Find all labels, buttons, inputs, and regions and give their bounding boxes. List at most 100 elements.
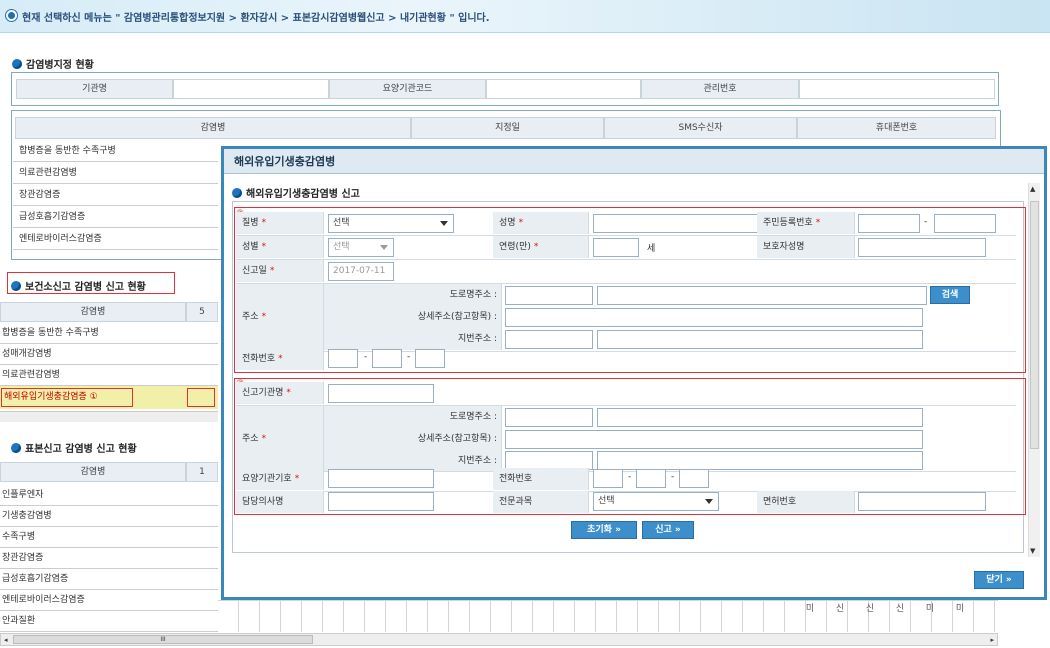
label-agency-name: 신고기관명 * xyxy=(236,382,324,404)
phone-separator: - xyxy=(407,352,411,362)
header-agency-name: 기관명 xyxy=(16,79,173,99)
report-date-input[interactable]: 2017-07-11 xyxy=(328,262,394,281)
scroll-up-icon[interactable]: ▲ xyxy=(1030,185,1035,193)
row-divider xyxy=(236,259,1016,260)
label-agency-address-text: 주소 xyxy=(242,434,259,444)
rrn-back-input[interactable] xyxy=(934,214,996,233)
label-detail-address: 상세주소(참고항목) : xyxy=(324,306,502,328)
guardian-input[interactable] xyxy=(858,238,986,257)
th-designation-date: 지정일 xyxy=(411,117,604,139)
agency-lot-input[interactable] xyxy=(597,451,923,470)
label-guardian: 보호자성명 xyxy=(757,236,855,258)
scroll-thumb[interactable] xyxy=(1030,201,1039,449)
disease-select-value: 선택 xyxy=(333,218,350,228)
hc-th-disease: 감염병 xyxy=(0,302,186,322)
label-address-text: 주소 xyxy=(242,312,259,322)
phone-2-input[interactable] xyxy=(372,349,402,368)
phone-1-input[interactable] xyxy=(328,349,358,368)
label-agency-name-text: 신고기관명 xyxy=(242,388,284,398)
label-disease: 질병 * xyxy=(236,212,324,234)
reset-button[interactable]: 초기화 » xyxy=(571,521,637,539)
modal-title: 해외유입기생충감염병 xyxy=(224,149,1044,174)
lot-zip-input[interactable] xyxy=(505,330,593,349)
status-cell: 신 xyxy=(865,604,875,614)
disease-select[interactable]: 선택 xyxy=(328,214,454,233)
status-cell: 미 xyxy=(805,604,815,614)
detail-address-input[interactable] xyxy=(505,308,923,327)
designation-title: 감염병지정 현황 xyxy=(12,56,94,71)
scroll-left-icon[interactable]: ◂ xyxy=(4,636,8,644)
submit-button[interactable]: 신고 » xyxy=(642,521,694,539)
agency-name-input[interactable] xyxy=(328,384,434,403)
label-name-text: 성명 xyxy=(499,218,516,228)
bullet-icon xyxy=(11,443,21,453)
label-disease-text: 질병 xyxy=(242,218,259,228)
label-agency-address: 주소 * xyxy=(236,406,324,472)
chevron-down-icon xyxy=(380,245,388,250)
age-input[interactable] xyxy=(593,238,639,257)
agency-phone-2-input[interactable] xyxy=(636,469,666,488)
agency-phone-3-input[interactable] xyxy=(679,469,709,488)
specialty-select-value: 선택 xyxy=(598,496,615,506)
phone-separator: - xyxy=(628,472,632,482)
scroll-right-icon[interactable]: ▸ xyxy=(990,636,994,644)
name-input[interactable] xyxy=(593,214,759,233)
modal-subtitle-text: 해외유입기생충감염병 신고 xyxy=(246,189,360,200)
specialty-select[interactable]: 선택 xyxy=(593,492,719,511)
label-sex-text: 성별 xyxy=(242,242,259,252)
sample-title: 표본신고 감염병 신고 현황 xyxy=(11,440,137,455)
lot-address-input[interactable] xyxy=(597,330,923,349)
label-license: 면허번호 xyxy=(757,491,855,513)
table-row: 성매개감염병 xyxy=(0,344,218,365)
agency-road-input[interactable] xyxy=(597,408,923,427)
label-report-date-text: 신고일 xyxy=(242,266,267,276)
table-row: 합병증을 동반한 수족구병 xyxy=(0,323,218,344)
close-button[interactable]: 닫기 » xyxy=(974,571,1024,589)
sex-select[interactable]: 선택 xyxy=(328,238,394,257)
label-lot-address: 지번주소 : xyxy=(324,328,502,350)
road-address-input[interactable] xyxy=(597,286,927,305)
agency-road-zip-input[interactable] xyxy=(505,408,593,427)
sample-th-disease: 감염병 xyxy=(0,462,186,482)
agency-name-value xyxy=(173,79,329,99)
manage-no-value xyxy=(799,79,995,99)
horizontal-scrollbar[interactable] xyxy=(0,411,218,422)
age-unit: 세 xyxy=(647,244,656,254)
label-sex: 성별 * xyxy=(236,236,324,258)
agency-phone-1-input[interactable] xyxy=(593,469,623,488)
label-report-date: 신고일 * xyxy=(236,260,324,282)
rrn-front-input[interactable] xyxy=(858,214,920,233)
search-button[interactable]: 검색 xyxy=(930,286,970,304)
menu-path-text: 현재 선택하신 메뉴는 " 감염병관리통합정보지원 > 환자감시 > 표본감시감… xyxy=(22,13,490,24)
label-age-text: 연령(만) xyxy=(499,242,531,252)
sample-th-num: 1 xyxy=(186,462,218,482)
rrn-separator: - xyxy=(924,217,928,227)
sex-select-value: 선택 xyxy=(333,242,350,252)
label-phone-text: 전화번호 xyxy=(242,354,276,364)
scroll-thumb[interactable]: III xyxy=(13,635,313,644)
phone-3-input[interactable] xyxy=(415,349,445,368)
status-cell: 미 xyxy=(955,604,965,614)
institution-code-input[interactable] xyxy=(328,469,434,488)
table-row: 인플루엔자 xyxy=(0,485,218,506)
modal-scrollbar[interactable]: ▲ ▼ xyxy=(1028,183,1040,557)
doctor-input[interactable] xyxy=(328,492,434,511)
overseas-parasite-row-link[interactable]: 해외유입기생충감염증 ① xyxy=(1,388,133,407)
bg-status-cells: 미 신 신 신 미 미 xyxy=(795,601,975,614)
hc-th-num: 5 xyxy=(186,302,218,322)
scroll-down-icon[interactable]: ▼ xyxy=(1030,547,1035,555)
table-row: 의료관련감염병 xyxy=(13,163,218,184)
label-address: 주소 * xyxy=(236,284,324,350)
road-zip-input[interactable] xyxy=(505,286,593,305)
license-input[interactable] xyxy=(858,492,986,511)
label-road-address: 도로명주소 : xyxy=(324,284,502,306)
chevron-down-icon xyxy=(705,499,713,504)
agency-detail-input[interactable] xyxy=(505,430,923,449)
label-agency-phone: 전화번호 xyxy=(493,468,589,490)
label-doctor: 담당의사명 xyxy=(236,491,324,513)
count-cell-highlight[interactable] xyxy=(187,388,215,407)
sample-title-text: 표본신고 감염병 신고 현황 xyxy=(25,444,137,455)
table-row: 장관감염증 xyxy=(0,548,218,569)
label-rrn: 주민등록번호 * xyxy=(757,212,855,234)
bottom-scrollbar[interactable]: ◂ III ▸ xyxy=(0,633,998,646)
